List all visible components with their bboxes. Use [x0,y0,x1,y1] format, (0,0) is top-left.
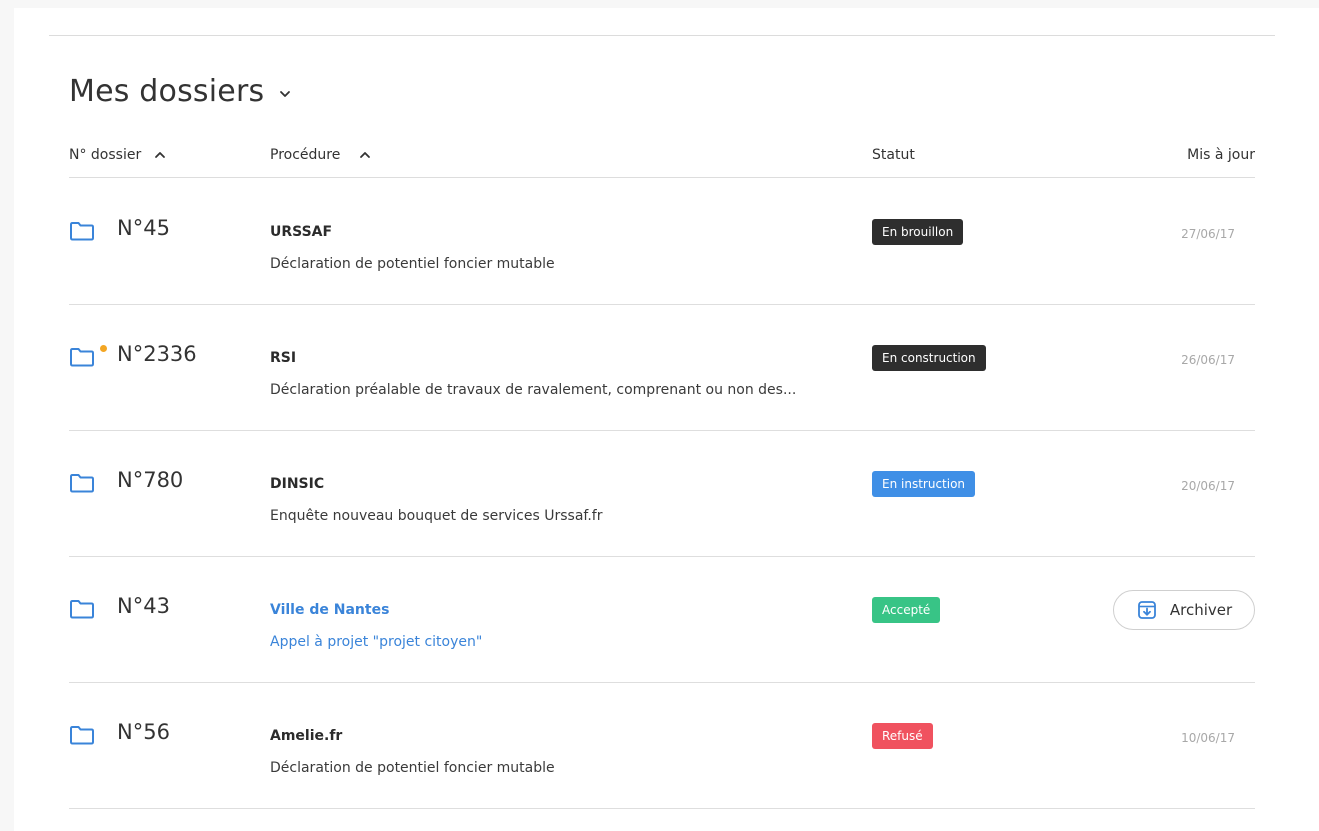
status-badge: Accepté [872,597,941,623]
procedure-organization[interactable]: Ville de Nantes [270,602,389,618]
table-row[interactable]: N°2336 RSI Déclaration préalable de trav… [69,304,1255,431]
procedure-name: Déclaration de potentiel foncier mutable [270,760,555,776]
procedure-name: Déclaration préalable de travaux de rava… [270,382,797,398]
updated-date: 27/06/17 [1181,227,1235,241]
table-row[interactable]: N°780 DINSIC Enquête nouveau bouquet de … [69,430,1255,557]
folder-icon [70,726,94,745]
procedure-organization: RSI [270,350,297,366]
table-row[interactable]: N°45 URSSAF Déclaration de potentiel fon… [69,178,1255,305]
folder-icon [70,222,94,241]
table-row[interactable]: N°43 Ville de Nantes Appel à projet "pro… [69,556,1255,683]
status-badge: En construction [872,345,986,371]
chevron-down-icon [280,91,291,97]
dossier-number: N°56 [117,720,170,744]
procedure-name[interactable]: Appel à projet "projet citoyen" [270,634,482,650]
column-header-dossier[interactable]: N° dossier [69,143,167,167]
notification-dot [100,345,107,352]
dossier-number: N°43 [117,594,170,618]
folder-icon [70,600,94,619]
chevron-up-icon [360,152,371,158]
chevron-up-icon [155,152,166,158]
column-header-label: Statut [872,147,915,163]
status-badge: En brouillon [872,219,964,245]
status-badge: En instruction [872,471,976,497]
updated-date: 20/06/17 [1181,479,1235,493]
table-row[interactable]: N°56 Amelie.fr Déclaration de potentiel … [69,682,1255,809]
folder-icon [70,474,94,493]
archive-button[interactable]: Archiver [1113,590,1255,630]
procedure-name: Enquête nouveau bouquet de services Urss… [270,508,603,524]
archive-icon [1137,601,1156,619]
top-margin [0,0,1319,8]
dossier-number: N°780 [117,468,184,492]
dossier-number: N°2336 [117,342,197,366]
top-divider [49,35,1275,36]
column-header-statut: Statut [872,143,915,167]
column-header-label: N° dossier [69,147,142,163]
status-badge: Refusé [872,723,933,749]
procedure-organization: Amelie.fr [270,728,343,744]
dossiers-dropdown[interactable]: Mes dossiers [69,66,292,116]
folder-icon [70,348,94,367]
column-header-procedure[interactable]: Procédure [270,143,372,167]
procedure-name: Déclaration de potentiel foncier mutable [270,256,555,272]
dossiers-page: Mes dossiers N° dossier Procédure Statut… [0,0,1319,831]
procedure-organization: URSSAF [270,224,333,240]
procedure-organization: DINSIC [270,476,325,492]
column-header-label: Mis à jour [1187,147,1255,163]
updated-date: 10/06/17 [1181,731,1235,745]
updated-date: 26/06/17 [1181,353,1235,367]
column-header-updated: Mis à jour [1187,143,1255,167]
column-header-label: Procédure [270,147,341,163]
dossier-number: N°45 [117,216,170,240]
page-title: Mes dossiers [69,73,265,109]
archive-label: Archiver [1169,601,1233,619]
left-margin [0,0,14,831]
